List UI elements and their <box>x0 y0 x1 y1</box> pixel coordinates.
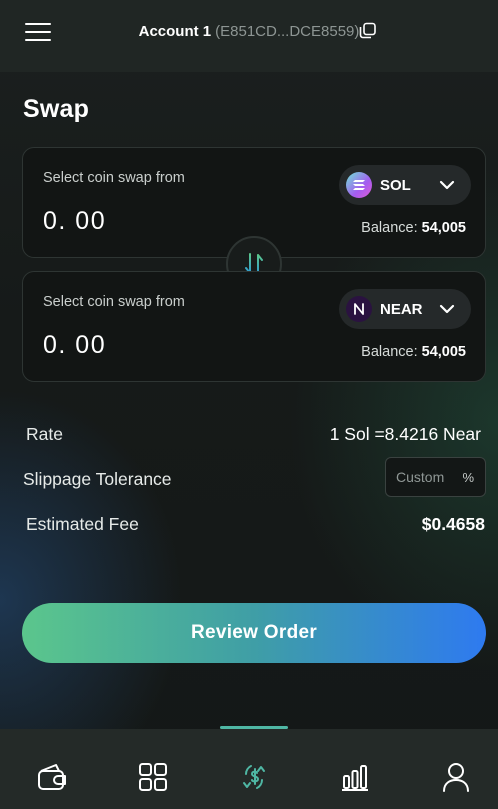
percent-unit: % <box>462 470 474 485</box>
grid-icon <box>139 763 167 791</box>
swap-to-coin-name: NEAR <box>380 300 423 318</box>
app-header: Account 1 (E851CD...DCE8559) <box>0 0 498 72</box>
fee-label: Estimated Fee <box>26 514 139 534</box>
swap-from-amount-input[interactable]: 0. 00 <box>43 207 106 236</box>
swap-from-label: Select coin swap from <box>43 170 185 186</box>
chevron-down-icon <box>439 180 455 190</box>
page-title: Swap <box>23 95 90 123</box>
balance-value: 54,005 <box>421 220 466 236</box>
swap-to-card: Select coin swap from 0. 00 NEAR Balance… <box>22 271 486 382</box>
sol-logo-icon <box>346 172 372 198</box>
copy-icon[interactable] <box>359 22 377 40</box>
fee-value: $0.4658 <box>421 514 485 534</box>
rate-value: 1 Sol =8.4216 Near <box>329 424 481 444</box>
balance-value: 54,005 <box>421 344 466 360</box>
wallet-icon <box>38 764 66 790</box>
balance-label: Balance: <box>361 220 418 236</box>
balance-label: Balance: <box>361 344 418 360</box>
nav-swap[interactable] <box>234 757 274 797</box>
bottom-navigation <box>0 729 498 809</box>
chevron-down-icon <box>439 304 455 314</box>
swap-from-balance: Balance: 54,005 <box>361 220 466 236</box>
account-selector[interactable]: Account 1 (E851CD...DCE8559) <box>0 22 498 42</box>
swap-dollar-icon <box>243 765 265 789</box>
review-order-button[interactable]: Review Order <box>22 603 486 663</box>
near-logo-icon <box>346 296 372 322</box>
nav-profile[interactable] <box>436 757 476 797</box>
nav-stats[interactable] <box>335 757 375 797</box>
swap-from-coin-select[interactable]: SOL <box>339 165 471 205</box>
bar-chart-icon <box>342 765 368 791</box>
swap-to-label: Select coin swap from <box>43 294 185 310</box>
account-name: Account 1 <box>138 23 212 40</box>
swap-to-amount-input[interactable]: 0. 00 <box>43 331 106 360</box>
nav-dashboard[interactable] <box>133 757 173 797</box>
slippage-input-container: % <box>385 457 486 497</box>
swap-to-balance: Balance: 54,005 <box>361 344 466 360</box>
swap-from-coin-name: SOL <box>380 176 411 194</box>
user-icon <box>443 763 469 792</box>
account-address: (E851CD...DCE8559) <box>215 23 360 40</box>
nav-wallet[interactable] <box>32 757 72 797</box>
slippage-custom-input[interactable] <box>386 458 456 496</box>
slippage-label: Slippage Tolerance <box>23 469 172 489</box>
swap-to-coin-select[interactable]: NEAR <box>339 289 471 329</box>
rate-label: Rate <box>26 424 63 444</box>
